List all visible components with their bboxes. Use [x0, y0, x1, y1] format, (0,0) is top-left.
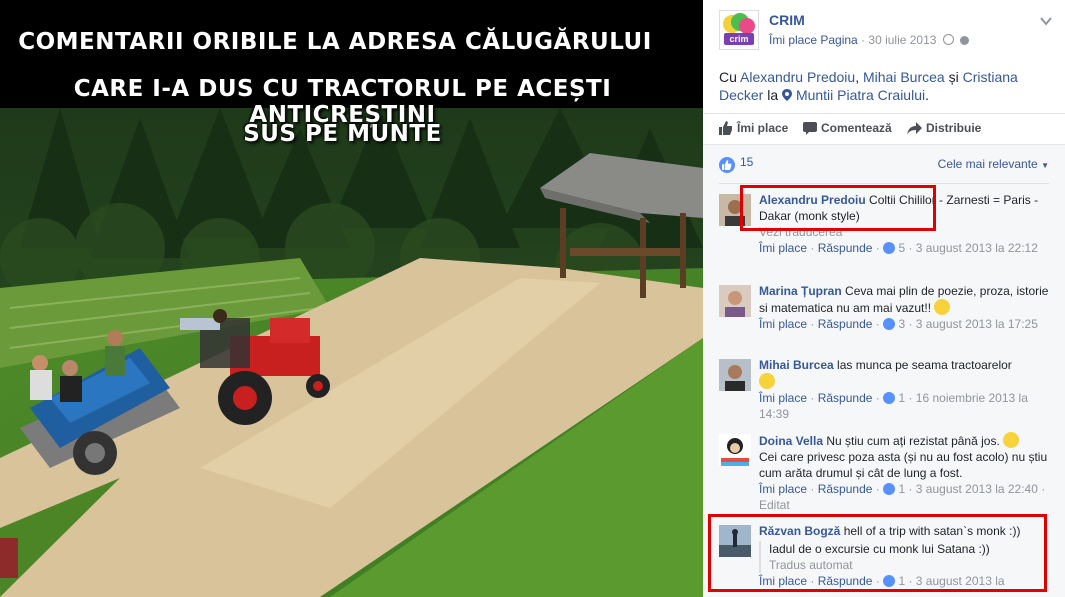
like-bubble-icon	[719, 157, 735, 173]
avatar[interactable]	[719, 434, 751, 466]
tag-mihai[interactable]: Mihai Burcea	[863, 69, 945, 85]
comment-text: las munca pe seama tractoarelor	[837, 358, 1012, 372]
page-logo[interactable]: crim	[719, 10, 759, 50]
like-page-link[interactable]: Îmi place Pagina	[769, 33, 858, 47]
edited-label[interactable]: Editat	[759, 498, 790, 512]
tag-alexandru[interactable]: Alexandru Predoiu	[740, 69, 855, 85]
comment-date[interactable]: 3 august 2013 la 17:25	[916, 317, 1038, 331]
like-button[interactable]: Îmi place	[719, 121, 788, 135]
tractor-photo	[0, 108, 703, 597]
highlight-box	[708, 514, 1047, 592]
crim-logo-icon: crim	[723, 13, 755, 45]
sort-dropdown[interactable]: Cele mai relevante ▼	[938, 157, 1049, 171]
tagged-people: Cu Alexandru Predoiu, Mihai Burcea și Cr…	[719, 69, 1018, 103]
laughing-emoji	[934, 299, 951, 315]
location-link[interactable]: Muntii Piatra Craiului	[796, 87, 925, 103]
comment-like-link[interactable]: Îmi place	[759, 317, 807, 331]
comment-text-continued: Cei care privesc poza asta (și nu au fos…	[759, 450, 1048, 480]
globe-icon	[960, 36, 970, 45]
headline-line-1: COMENTARII ORIBILE LA ADRESA CĂLUGĂRULUI	[18, 29, 652, 55]
comment-text: Nu știu cum ați rezistat până jos.	[826, 434, 1000, 448]
headline-line-3: SUS PE MUNTE	[243, 121, 442, 147]
comment-author[interactable]: Marina Țupran	[759, 284, 842, 298]
comment-meta: Îmi place · Răspunde · 5 · 3 august 2013…	[759, 241, 1038, 255]
comment-icon	[803, 122, 817, 135]
avatar[interactable]	[719, 359, 751, 391]
headline-overlay: COMENTARII ORIBILE LA ADRESA CĂLUGĂRULUI…	[0, 0, 703, 150]
comment-reply-link[interactable]: Răspunde	[818, 482, 873, 496]
comment-meta: Îmi place · Răspunde · 1 · 16 noiembrie …	[759, 391, 1028, 421]
post-meta: Îmi place Pagina · 30 iulie 2013	[769, 33, 970, 47]
thumbs-up-icon	[719, 121, 732, 135]
post-photo[interactable]: COMENTARII ORIBILE LA ADRESA CĂLUGĂRULUI…	[0, 0, 703, 597]
like-count-icon	[883, 483, 896, 495]
comment-like-link[interactable]: Îmi place	[759, 482, 807, 496]
reactions-count[interactable]: 15	[719, 155, 753, 173]
avatar[interactable]	[719, 285, 751, 317]
post-actions: Îmi place Comentează Distribuie	[703, 113, 1065, 145]
comment-author[interactable]: Doina Vella	[759, 434, 823, 448]
like-count-icon	[883, 392, 896, 404]
share-icon	[907, 122, 922, 135]
comment-date[interactable]: 3 august 2013 la 22:40	[916, 482, 1038, 496]
comment-like-link[interactable]: Îmi place	[759, 241, 807, 255]
post-header: crim CRIM Îmi place Pagina · 30 iulie 20…	[719, 8, 1059, 58]
comment-author[interactable]: Mihai Burcea	[759, 358, 834, 372]
chevron-down-icon[interactable]	[1039, 14, 1053, 28]
comment-reply-link[interactable]: Răspunde	[818, 241, 873, 255]
comment-meta: Îmi place · Răspunde · 3 · 3 august 2013…	[759, 317, 1038, 331]
comment-like-link[interactable]: Îmi place	[759, 391, 807, 405]
location-pin-icon	[782, 89, 793, 101]
comment-reply-link[interactable]: Răspunde	[818, 317, 873, 331]
like-count-icon	[883, 318, 896, 330]
smiley-emoji	[1003, 432, 1020, 448]
comment-button[interactable]: Comentează	[803, 121, 892, 135]
comment-reply-link[interactable]: Răspunde	[818, 391, 873, 405]
share-button[interactable]: Distribuie	[907, 121, 981, 135]
smiley-emoji	[759, 373, 775, 389]
clock-icon	[942, 34, 954, 45]
svg-text:crim: crim	[729, 34, 748, 44]
page-name[interactable]: CRIM	[769, 12, 805, 28]
comment-meta: Îmi place · Răspunde · 1 · 3 august 2013…	[759, 482, 1046, 512]
post-sidebar: crim CRIM Îmi place Pagina · 30 iulie 20…	[703, 0, 1065, 597]
comment-date[interactable]: 3 august 2013 la 22:12	[916, 241, 1038, 255]
like-count-icon	[883, 242, 896, 254]
post-date[interactable]: 30 iulie 2013	[868, 33, 936, 47]
divider	[719, 183, 1049, 184]
highlight-box	[740, 185, 936, 231]
